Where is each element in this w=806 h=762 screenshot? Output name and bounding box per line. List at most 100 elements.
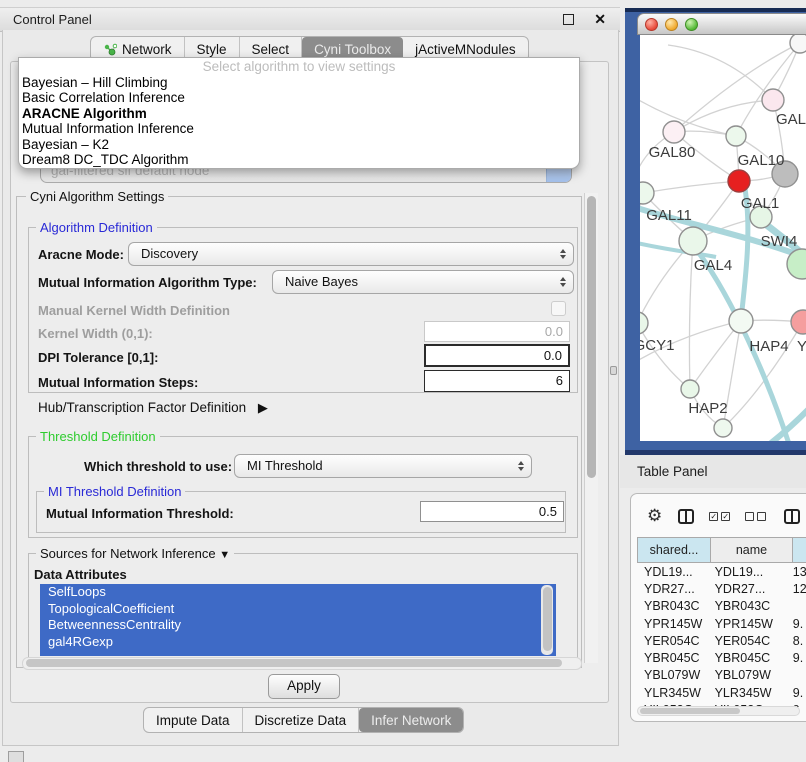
apply-button[interactable]: Apply [268, 674, 340, 699]
table-horizontal-scrollbar[interactable] [637, 706, 800, 716]
algorithm-option[interactable]: Mutual Information Inference [19, 121, 579, 136]
algorithm-option[interactable]: Basic Correlation Inference [19, 90, 579, 105]
table-cell: 9. [786, 686, 806, 700]
network-node-gal11[interactable] [640, 182, 654, 204]
which-threshold-combobox[interactable]: MI Threshold [234, 454, 532, 478]
network-node-gal80[interactable] [663, 121, 685, 143]
which-threshold-value: MI Threshold [247, 458, 323, 473]
network-node-gal[interactable] [762, 89, 784, 111]
data-attribute-item[interactable]: TopologicalCoefficient [40, 601, 556, 618]
table-header-name[interactable]: name [711, 537, 793, 563]
algorithm-option[interactable]: ARACNE Algorithm [19, 106, 579, 121]
tab-infer-network[interactable]: Infer Network [359, 708, 463, 732]
table-row[interactable]: YER054CYER054C8. [637, 632, 806, 649]
column-icon-partial[interactable] [784, 509, 800, 524]
table-panel-title: Table Panel [620, 464, 708, 479]
network-node[interactable] [728, 170, 750, 192]
network-edge[interactable] [674, 100, 773, 132]
table-cell: YBL079W [637, 668, 708, 682]
minimize-traffic-light-icon[interactable] [665, 18, 678, 31]
scrollbar-thumb[interactable] [26, 659, 562, 667]
dpi-tolerance-field[interactable]: 0.0 [424, 344, 570, 367]
table-body[interactable]: YDL19...YDL19...13YDR27...YDR27...12YBR0… [637, 563, 806, 707]
table-row[interactable]: YBR045CYBR045C9. [637, 649, 806, 666]
table-row[interactable]: YDL19...YDL19...13 [637, 563, 806, 580]
table-cell: YBR043C [637, 599, 708, 613]
settings-horizontal-scrollbar[interactable] [22, 657, 582, 670]
network-edge-thick[interactable] [766, 397, 806, 441]
aracne-mode-label: Aracne Mode: [38, 247, 124, 262]
network-edge[interactable] [643, 181, 739, 193]
float-window-icon[interactable] [563, 14, 574, 25]
close-traffic-light-icon[interactable] [645, 18, 658, 31]
table-row[interactable]: YDR27...YDR27...12 [637, 580, 806, 597]
network-node-gcy1[interactable] [640, 312, 648, 334]
split-columns-icon[interactable] [678, 509, 694, 524]
tab-impute-data[interactable]: Impute Data [144, 708, 243, 732]
table-cell: YLR345W [637, 686, 708, 700]
network-edge[interactable] [689, 241, 693, 389]
network-node-gal10[interactable] [726, 126, 746, 146]
network-edge[interactable] [640, 323, 690, 389]
table-header-col3[interactable] [793, 537, 806, 563]
table-toolbar: ⚙ ✓✓ [631, 502, 806, 530]
gear-icon[interactable]: ⚙ [647, 506, 662, 526]
table-header-shared-name[interactable]: shared... [637, 537, 711, 563]
combo-arrows-icon [560, 249, 566, 259]
mi-steps-field[interactable]: 6 [424, 370, 570, 392]
cyni-bottom-tab-bar: Impute DataDiscretize DataInfer Network [143, 707, 464, 733]
network-edge[interactable] [640, 95, 736, 136]
algorithm-option[interactable]: Dream8 DC_TDC Algorithm [19, 152, 579, 167]
algorithm-option[interactable]: Bayesian – K2 [19, 137, 579, 152]
table-row[interactable]: YBL079WYBL079W [637, 667, 806, 684]
data-attribute-item[interactable]: gal4RGexp [40, 634, 556, 651]
close-icon[interactable]: ✕ [594, 15, 606, 24]
control-panel-title: Control Panel [0, 12, 563, 27]
data-attribute-item[interactable]: SelfLoops [40, 584, 556, 601]
panel-resize-handle[interactable] [610, 366, 617, 375]
aracne-mode-value: Discovery [141, 246, 198, 261]
table-row[interactable]: YLR345WYLR345W9. [637, 684, 806, 701]
manual-kernel-checkbox[interactable] [551, 301, 566, 316]
network-edge[interactable] [690, 321, 741, 389]
unchecked-boxes-icon[interactable] [745, 512, 766, 521]
mi-threshold-field[interactable]: 0.5 [420, 501, 564, 522]
network-graph[interactable]: GALGAL80GAL10GAL1GAL11SWI4GAL4GCY1HAP4YH… [640, 35, 806, 441]
zoom-traffic-light-icon[interactable] [685, 18, 698, 31]
network-view-canvas[interactable]: GALGAL80GAL10GAL1GAL11SWI4GAL4GCY1HAP4YH… [640, 35, 806, 441]
network-node-hap4[interactable] [729, 309, 753, 333]
scrollbar-thumb[interactable] [587, 196, 596, 478]
hub-definition-toggle[interactable]: Hub/Transcription Factor Definition ▶ [38, 400, 268, 416]
combo-arrows-icon [518, 461, 524, 471]
settings-vertical-scrollbar[interactable] [584, 193, 598, 663]
network-node[interactable] [790, 35, 806, 53]
mi-type-combobox[interactable]: Naive Bayes [272, 270, 574, 294]
network-node-hap2[interactable] [681, 380, 699, 398]
expand-arrow-icon[interactable]: ▶ [258, 400, 268, 415]
tab-discretize-data[interactable]: Discretize Data [243, 708, 360, 732]
network-edge[interactable] [668, 45, 773, 100]
table-row[interactable]: YPR145WYPR145W9. [637, 615, 806, 632]
network-node-y[interactable] [791, 310, 806, 334]
attributes-scrollbar[interactable] [541, 585, 553, 655]
data-attributes-list[interactable]: SelfLoopsTopologicalCoefficientBetweenne… [40, 584, 556, 656]
data-attribute-item[interactable]: BetweennessCentrality [40, 617, 556, 634]
algorithm-placeholder: Select algorithm to view settings [19, 59, 579, 75]
network-window-titlebar[interactable] [637, 13, 806, 35]
table-cell: YBL079W [708, 668, 786, 682]
scrollbar-thumb[interactable] [640, 708, 740, 714]
sources-group-title[interactable]: Sources for Network Inference ▼ [36, 546, 234, 561]
collapse-arrow-icon[interactable]: ▼ [219, 549, 230, 561]
algorithm-option[interactable]: Bayesian – Hill Climbing [19, 75, 579, 90]
checked-boxes-icon[interactable]: ✓✓ [709, 512, 730, 521]
scrollbar-thumb[interactable] [543, 587, 552, 651]
network-node[interactable] [714, 419, 732, 437]
network-node-gal4[interactable] [679, 227, 707, 255]
minimized-panel-icon[interactable] [8, 751, 24, 762]
kernel-width-field[interactable]: 0.0 [424, 321, 570, 342]
aracne-mode-combobox[interactable]: Discovery [128, 242, 574, 266]
node-label-gal10: GAL10 [738, 152, 785, 169]
table-cell: YBR045C [637, 651, 708, 665]
network-edge[interactable] [640, 193, 643, 275]
table-row[interactable]: YBR043CYBR043C [637, 598, 806, 615]
